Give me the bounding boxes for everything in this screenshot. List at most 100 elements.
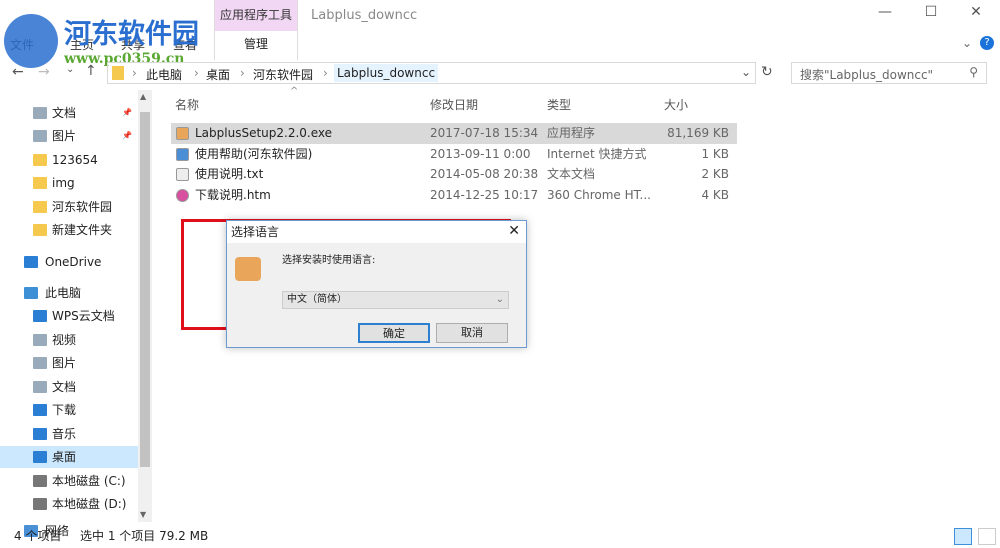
sidebar-item[interactable]: 音乐 — [0, 423, 138, 445]
scroll-down-icon[interactable]: ▼ — [140, 510, 146, 519]
sidebar-item-label: img — [52, 176, 75, 190]
folder-icon — [33, 201, 47, 213]
item-count: 4 个项目 — [14, 529, 62, 543]
cloud-icon — [24, 256, 38, 268]
desktop-icon — [33, 451, 47, 463]
sort-ascending-icon: ^ — [290, 86, 299, 97]
documents-icon — [33, 107, 47, 119]
up-button[interactable]: ↑ — [85, 63, 97, 79]
sidebar-item[interactable]: 新建文件夹 — [0, 219, 138, 241]
drive-icon — [33, 498, 47, 510]
sidebar-item-label: 此电脑 — [45, 286, 82, 300]
ok-button[interactable]: 确定 — [358, 323, 430, 343]
chrome-html-icon — [176, 188, 189, 202]
sidebar-item[interactable]: WPS云文档 — [0, 305, 138, 327]
back-button[interactable]: ← — [12, 64, 24, 80]
minimize-button[interactable]: — — [870, 4, 900, 20]
text-file-icon — [176, 168, 189, 181]
crumb-hedong[interactable]: 河东软件园 — [253, 66, 313, 83]
dialog-prompt: 选择安装时使用语言: — [282, 255, 376, 266]
pin-icon[interactable]: 📌 — [122, 125, 132, 147]
pin-icon[interactable]: 📌 — [122, 102, 132, 124]
large-icons-view-button[interactable] — [978, 528, 996, 545]
separator-icon: › — [240, 66, 245, 80]
crumb-this-pc[interactable]: 此电脑 — [146, 66, 182, 83]
status-bar: 4 个项目 选中 1 个项目 79.2 MB — [0, 525, 1000, 548]
language-dialog: 选择语言 ✕ 选择安装时使用语言: 中文（简体） ⌄ 确定 取消 — [226, 220, 527, 348]
separator-icon: › — [132, 66, 137, 80]
drive-icon — [33, 475, 47, 487]
url-shortcut-icon — [176, 147, 189, 161]
column-type[interactable]: 类型 — [547, 96, 571, 113]
column-size[interactable]: 大小 — [664, 96, 688, 113]
context-tab-group[interactable]: 应用程序工具 管理 — [214, 0, 298, 60]
sidebar-item[interactable]: img — [0, 172, 138, 194]
file-row[interactable]: LabplusSetup2.2.0.exe 2017-07-18 15:34 应… — [171, 123, 737, 144]
sidebar-item[interactable]: 此电脑 — [0, 282, 138, 304]
ribbon-expand-icon[interactable]: ⌄ — [962, 36, 972, 50]
separator-icon: › — [323, 66, 328, 80]
crumb-current[interactable]: Labplus_downcc — [334, 64, 439, 82]
selection-info: 选中 1 个项目 79.2 MB — [80, 529, 209, 543]
search-input[interactable]: 搜索"Labplus_downcc" ⚲ — [791, 62, 987, 84]
file-row[interactable]: 下载说明.htm 2014-12-25 10:17 360 Chrome HT.… — [171, 185, 737, 206]
file-date: 2014-12-25 10:17 — [430, 187, 539, 202]
sidebar-scroll-thumb[interactable] — [140, 112, 150, 467]
sidebar-item[interactable]: 图片 — [0, 352, 138, 374]
sidebar-item[interactable]: 下载 — [0, 399, 138, 421]
logo-globe-icon — [4, 14, 58, 68]
address-dropdown-icon[interactable]: ⌄ — [741, 65, 751, 79]
column-date[interactable]: 修改日期 — [430, 96, 478, 113]
sidebar-item-label: 文档 — [52, 380, 77, 394]
close-button[interactable]: ✕ — [961, 4, 991, 20]
scroll-up-icon[interactable]: ▲ — [140, 92, 146, 101]
language-value: 中文（简体） — [287, 294, 347, 305]
crumb-desktop[interactable]: 桌面 — [206, 66, 230, 83]
computer-icon — [24, 287, 38, 299]
file-size: 81,169 KB — [667, 126, 729, 140]
window-title: Labplus_downcc — [311, 8, 418, 23]
sidebar-item[interactable]: 123654 — [0, 149, 138, 171]
watermark-logo: 河东软件园 www.pc0359.cn — [0, 6, 210, 68]
file-name: LabplusSetup2.2.0.exe — [195, 126, 333, 140]
details-view-button[interactable] — [954, 528, 972, 545]
address-bar[interactable]: › 此电脑 › 桌面 › 河东软件园 › Labplus_downcc ⌄ — [107, 62, 756, 84]
maximize-button[interactable]: ☐ — [916, 4, 946, 20]
sidebar-item-label: 下载 — [52, 403, 77, 417]
forward-button[interactable]: → — [38, 64, 50, 80]
file-type: 应用程序 — [547, 126, 596, 140]
file-size: 1 KB — [701, 146, 729, 161]
sidebar-item-label: 视频 — [52, 333, 77, 347]
sidebar-item[interactable]: 图片 📌 — [0, 125, 138, 147]
sidebar-item-label: 音乐 — [52, 427, 77, 441]
cancel-button[interactable]: 取消 — [436, 323, 508, 343]
sidebar-item[interactable]: 本地磁盘 (C:) — [0, 470, 138, 492]
dialog-close-button[interactable]: ✕ — [508, 223, 520, 239]
sidebar-item[interactable]: 河东软件园 — [0, 196, 138, 218]
separator-icon: › — [194, 66, 199, 80]
folder-icon — [33, 154, 47, 166]
sidebar-item[interactable]: 视频 — [0, 329, 138, 351]
sidebar-item-label: 新建文件夹 — [52, 223, 113, 237]
refresh-button[interactable]: ↻ — [761, 64, 773, 80]
file-type: Internet 快捷方式 — [547, 146, 647, 161]
folder-icon — [112, 66, 124, 80]
file-row[interactable]: 使用帮助(河东软件园) 2013-09-11 0:00 Internet 快捷方… — [171, 144, 737, 165]
file-type: 360 Chrome HT... — [547, 187, 651, 202]
sidebar-item[interactable]: 桌面 — [0, 446, 138, 468]
help-button[interactable]: ? — [980, 36, 994, 50]
sidebar-item[interactable]: 本地磁盘 (D:) — [0, 493, 138, 515]
sidebar-item[interactable]: 文档 — [0, 376, 138, 398]
videos-icon — [33, 334, 47, 346]
column-name[interactable]: 名称 — [175, 96, 199, 113]
music-icon — [33, 428, 47, 440]
file-row[interactable]: 使用说明.txt 2014-05-08 20:38 文本文档 2 KB — [171, 164, 737, 185]
tab-manage[interactable]: 管理 — [215, 31, 297, 57]
file-date: 2014-05-08 20:38 — [430, 167, 539, 181]
recent-locations-button[interactable]: ⌄ — [66, 64, 74, 75]
chevron-down-icon: ⌄ — [495, 294, 504, 305]
language-select[interactable]: 中文（简体） ⌄ — [282, 291, 509, 309]
sidebar-item[interactable]: OneDrive — [0, 251, 138, 273]
sidebar-item[interactable]: 文档 📌 — [0, 102, 138, 124]
sidebar-item-label: 文档 — [52, 106, 77, 120]
